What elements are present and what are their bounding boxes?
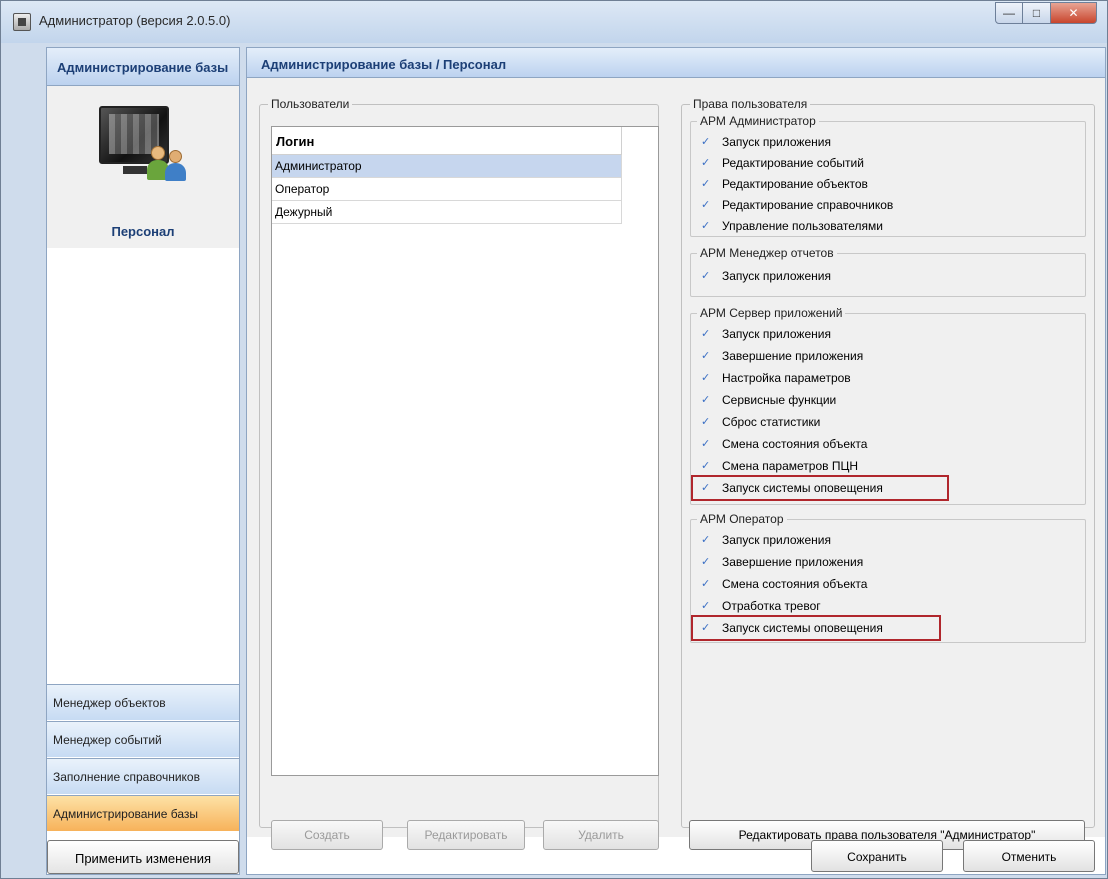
window-title: Администратор (версия 2.0.5.0) <box>39 13 231 28</box>
checkbox-row[interactable]: ✓ Запуск приложения <box>701 324 831 344</box>
create-button[interactable]: Создать <box>271 820 383 850</box>
checkbox-label: Смена состояния объекта <box>722 577 868 591</box>
checkbox-label: Отработка тревог <box>722 599 821 613</box>
checkbox-label: Сервисные функции <box>722 393 837 407</box>
cancel-button[interactable]: Отменить <box>963 840 1095 872</box>
nav-item-db-admin[interactable]: Администрирование базы <box>47 795 239 831</box>
main-panel: Администрирование базы / Персонал Пользо… <box>246 47 1106 875</box>
app-icon <box>13 13 31 31</box>
rights-reports-label: АРМ Менеджер отчетов <box>697 246 837 260</box>
checkbox-label: Смена состояния объекта <box>722 437 868 451</box>
monitor-stand <box>123 166 147 174</box>
rights-admin-group: АРМ Администратор ✓ Запуск приложения ✓ Ре… <box>690 114 1086 237</box>
checkbox-checked-icon[interactable]: ✓ <box>701 350 713 362</box>
checkbox-checked-icon[interactable]: ✓ <box>701 394 713 406</box>
rights-admin-label: АРМ Администратор <box>697 114 819 128</box>
checkbox-row[interactable]: ✓ Запуск приложения <box>701 132 831 152</box>
delete-button[interactable]: Удалить <box>543 820 659 850</box>
rights-appserver-label: АРМ Сервер приложений <box>697 306 846 320</box>
apply-changes-button[interactable]: Применить изменения <box>47 840 239 874</box>
checkbox-checked-icon[interactable]: ✓ <box>701 578 713 590</box>
checkbox-checked-icon[interactable]: ✓ <box>701 157 713 169</box>
checkbox-checked-icon[interactable]: ✓ <box>701 220 713 232</box>
nav-tile-label: Персонал <box>111 224 175 239</box>
checkbox-label: Смена параметров ПЦН <box>722 459 858 473</box>
checkbox-checked-icon[interactable]: ✓ <box>701 438 713 450</box>
column-header-login[interactable]: Логин <box>272 127 622 155</box>
rights-operator-group: АРМ Оператор ✓ Запуск приложения ✓ Заверше… <box>690 512 1086 643</box>
highlight-box <box>691 475 949 501</box>
checkbox-label: Редактирование событий <box>722 156 864 170</box>
checkbox-row[interactable]: ✓ Завершение приложения <box>701 346 863 366</box>
users-table: Логин Администратор Оператор Дежурный <box>271 126 659 776</box>
page-title: Администрирование базы / Персонал <box>247 48 1105 78</box>
rights-operator-label: АРМ Оператор <box>697 512 787 526</box>
left-nav: Администрирование базы Персонал Менеджер… <box>46 47 240 875</box>
table-row[interactable]: Дежурный <box>272 201 622 224</box>
table-row[interactable]: Администратор <box>272 155 622 178</box>
checkbox-row[interactable]: ✓ Сервисные функции <box>701 390 836 410</box>
checkbox-checked-icon[interactable]: ✓ <box>701 178 713 190</box>
table-row[interactable]: Оператор <box>272 178 622 201</box>
rights-appserver-group: АРМ Сервер приложений ✓ Запуск приложения… <box>690 306 1086 505</box>
checkbox-row[interactable]: ✓ Завершение приложения <box>701 552 863 572</box>
checkbox-row[interactable]: ✓ Редактирование событий <box>701 153 864 173</box>
checkbox-row[interactable]: ✓ Смена состояния объекта <box>701 434 867 454</box>
checkbox-label: Запуск приложения <box>722 269 831 283</box>
nav-item-directories[interactable]: Заполнение справочников <box>47 758 239 794</box>
checkbox-row[interactable]: ✓ Сброс статистики <box>701 412 820 432</box>
checkbox-checked-icon[interactable]: ✓ <box>701 328 713 340</box>
minimize-icon[interactable]: — <box>995 2 1023 24</box>
checkbox-row[interactable]: ✓ Запуск приложения <box>701 530 831 550</box>
checkbox-row[interactable]: ✓ Отработка тревог <box>701 596 821 616</box>
checkbox-label: Запуск приложения <box>722 533 831 547</box>
checkbox-row[interactable]: ✓ Запуск приложения <box>701 266 831 286</box>
rights-reports-group: АРМ Менеджер отчетов ✓ Запуск приложения <box>690 246 1086 297</box>
nav-item-event-manager[interactable]: Менеджер событий <box>47 721 239 757</box>
window-controls: — □ ✕ <box>995 2 1097 24</box>
users-group-label: Пользователи <box>268 97 353 111</box>
nav-tile-personnel[interactable]: Персонал <box>47 86 239 248</box>
edit-button[interactable]: Редактировать <box>407 820 525 850</box>
users-icon <box>147 146 187 182</box>
checkbox-row[interactable]: ✓ Настройка параметров <box>701 368 851 388</box>
checkbox-label: Сброс статистики <box>722 415 821 429</box>
title-bar: Администратор (версия 2.0.5.0) — □ ✕ <box>1 1 1107 43</box>
maximize-icon[interactable]: □ <box>1023 2 1051 24</box>
checkbox-checked-icon[interactable]: ✓ <box>701 556 713 568</box>
checkbox-row[interactable]: ✓ Управление пользователями <box>701 216 883 236</box>
rights-group-label: Права пользователя <box>690 97 811 111</box>
nav-item-object-manager[interactable]: Менеджер объектов <box>47 684 239 720</box>
checkbox-row[interactable]: ✓ Редактирование объектов <box>701 174 868 194</box>
nav-header: Администрирование базы <box>47 48 239 86</box>
highlight-box <box>691 615 941 641</box>
checkbox-checked-icon[interactable]: ✓ <box>701 136 713 148</box>
checkbox-checked-icon[interactable]: ✓ <box>701 460 713 472</box>
checkbox-label: Редактирование справочников <box>722 198 894 212</box>
checkbox-row[interactable]: ✓ Смена состояния объекта <box>701 574 867 594</box>
checkbox-checked-icon[interactable]: ✓ <box>701 534 713 546</box>
checkbox-row[interactable]: ✓ Смена параметров ПЦН <box>701 456 858 476</box>
checkbox-row[interactable]: ✓ Редактирование справочников <box>701 195 893 215</box>
checkbox-label: Завершение приложения <box>722 349 864 363</box>
checkbox-checked-icon[interactable]: ✓ <box>701 199 713 211</box>
content-area: Пользователи Логин Администратор Операто… <box>247 78 1105 850</box>
checkbox-checked-icon[interactable]: ✓ <box>701 372 713 384</box>
checkbox-checked-icon[interactable]: ✓ <box>701 600 713 612</box>
checkbox-label: Запуск приложения <box>722 327 831 341</box>
rights-group: Права пользователя АРМ Администратор ✓ За… <box>681 97 1095 828</box>
checkbox-label: Завершение приложения <box>722 555 864 569</box>
checkbox-label: Редактирование объектов <box>722 177 868 191</box>
checkbox-label: Управление пользователями <box>722 219 883 233</box>
checkbox-label: Запуск приложения <box>722 135 831 149</box>
app-window: Администратор (версия 2.0.5.0) — □ ✕ Адм… <box>0 0 1108 879</box>
save-button[interactable]: Сохранить <box>811 840 943 872</box>
checkbox-label: Настройка параметров <box>722 371 851 385</box>
checkbox-checked-icon[interactable]: ✓ <box>701 270 713 282</box>
checkbox-checked-icon[interactable]: ✓ <box>701 416 713 428</box>
close-icon[interactable]: ✕ <box>1051 2 1097 24</box>
